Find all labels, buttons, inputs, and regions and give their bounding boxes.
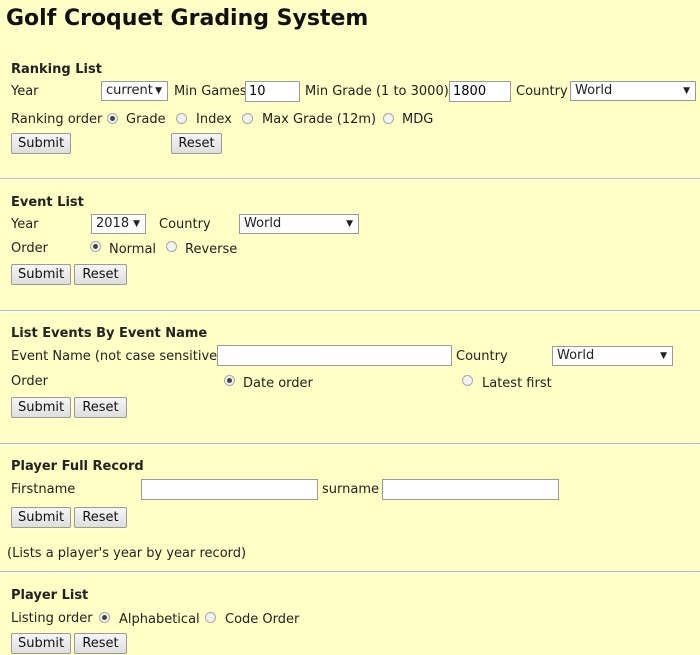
event-name-country-label: Country (456, 349, 508, 364)
divider (0, 178, 700, 180)
ranking-reset-button[interactable]: Reset (171, 133, 222, 154)
event-list-heading: Event List (11, 195, 84, 210)
page-title: Golf Croquet Grading System (6, 6, 369, 31)
ranking-order-index-radio[interactable] (176, 113, 187, 124)
ranking-order-mdg-label: MDG (402, 112, 434, 127)
chevron-down-icon: ▼ (683, 86, 690, 96)
player-list-submit-button[interactable]: Submit (11, 633, 71, 654)
ranking-year-label: Year (11, 84, 39, 99)
event-year-value: 2018 (96, 216, 130, 231)
player-list-code-radio[interactable] (205, 612, 216, 623)
event-order-normal-label: Normal (109, 242, 157, 257)
event-order-reverse-label: Reverse (185, 242, 238, 257)
chevron-down-icon: ▼ (155, 86, 162, 96)
player-record-submit-button[interactable]: Submit (11, 507, 71, 528)
event-order-normal-radio[interactable] (90, 241, 101, 252)
event-name-country-value: World (557, 348, 595, 363)
min-games-label: Min Games (174, 84, 247, 99)
ranking-country-select[interactable]: World ▼ (570, 81, 696, 101)
chevron-down-icon: ▼ (660, 351, 667, 361)
event-name-order-date-label: Date order (243, 376, 313, 391)
surname-input[interactable] (382, 479, 559, 500)
ranking-order-maxgrade-radio[interactable] (242, 113, 253, 124)
player-list-reset-button[interactable]: Reset (74, 633, 127, 654)
event-country-value: World (244, 216, 282, 231)
ranking-order-grade-label: Grade (126, 112, 166, 127)
chevron-down-icon: ▼ (133, 219, 140, 229)
ranking-submit-button[interactable]: Submit (11, 133, 71, 154)
player-record-heading: Player Full Record (11, 459, 144, 474)
firstname-input[interactable] (141, 479, 318, 500)
events-by-name-heading: List Events By Event Name (11, 326, 208, 341)
event-order-label: Order (11, 241, 48, 256)
event-name-label: Event Name (not case sensitive) (11, 349, 223, 364)
chevron-down-icon: ▼ (346, 219, 353, 229)
event-name-submit-button[interactable]: Submit (11, 397, 71, 418)
event-name-order-date-radio[interactable] (224, 375, 235, 386)
min-grade-label: Min Grade (1 to 3000) (305, 84, 449, 99)
event-name-order-label: Order (11, 374, 48, 389)
ranking-order-maxgrade-label: Max Grade (12m) (262, 112, 377, 127)
surname-label: surname (322, 482, 379, 497)
player-list-code-label: Code Order (225, 612, 300, 627)
player-list-order-label: Listing order (11, 611, 93, 626)
event-name-order-latest-radio[interactable] (462, 375, 473, 386)
ranking-order-index-label: Index (196, 112, 232, 127)
player-list-alpha-radio[interactable] (99, 612, 110, 623)
divider (0, 571, 700, 573)
player-list-heading: Player List (11, 588, 89, 603)
firstname-label: Firstname (11, 482, 76, 497)
ranking-list-heading: Ranking List (11, 62, 102, 77)
player-record-reset-button[interactable]: Reset (74, 507, 127, 528)
event-year-label: Year (11, 217, 39, 232)
divider (0, 443, 700, 445)
event-name-order-latest-label: Latest first (482, 376, 552, 391)
event-reset-button[interactable]: Reset (74, 264, 127, 285)
ranking-order-grade-radio[interactable] (107, 113, 118, 124)
event-country-select[interactable]: World ▼ (239, 214, 359, 234)
event-submit-button[interactable]: Submit (11, 264, 71, 285)
player-record-note: (Lists a player's year by year record) (7, 546, 247, 561)
ranking-country-label: Country (516, 84, 568, 99)
event-country-label: Country (159, 217, 211, 232)
player-list-alpha-label: Alphabetical (119, 612, 200, 627)
event-order-reverse-radio[interactable] (166, 241, 177, 252)
ranking-order-mdg-radio[interactable] (383, 113, 394, 124)
ranking-order-label: Ranking order (11, 112, 103, 127)
event-name-input[interactable] (217, 345, 452, 366)
divider (0, 310, 700, 312)
ranking-year-value: current (106, 83, 153, 98)
event-name-reset-button[interactable]: Reset (74, 397, 127, 418)
ranking-country-value: World (575, 83, 613, 98)
min-grade-input[interactable] (449, 81, 511, 102)
event-year-select[interactable]: 2018 ▼ (91, 214, 146, 234)
event-name-country-select[interactable]: World ▼ (552, 346, 673, 366)
min-games-input[interactable] (245, 81, 300, 102)
ranking-year-select[interactable]: current ▼ (101, 81, 168, 101)
